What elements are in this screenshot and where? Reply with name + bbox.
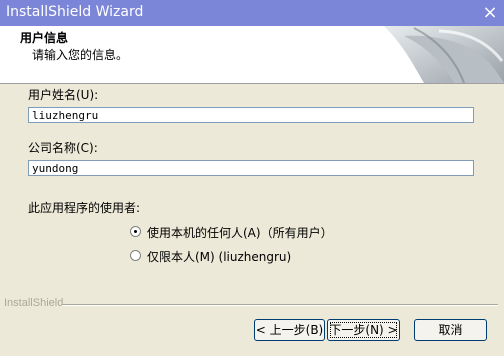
audience-question: 此应用程序的使用者: <box>28 201 141 215</box>
wizard-header: 用户信息 请输入您的信息。 <box>0 26 504 84</box>
username-label: 用户姓名(U): <box>28 88 99 102</box>
back-button[interactable]: < 上一步(B) <box>254 319 325 341</box>
company-field[interactable]: yundong <box>28 160 474 176</box>
installshield-wizard-window: InstallShield Wizard × 用户信息 请输入您的信息。 用户姓… <box>0 0 504 356</box>
page-title: 用户信息 <box>20 31 69 45</box>
cancel-button[interactable]: 取消 <box>414 319 487 341</box>
installshield-brand: InstallShield <box>4 297 64 309</box>
radio-only-me-dot[interactable] <box>130 250 141 261</box>
close-icon[interactable]: × <box>480 3 500 22</box>
radio-only-me-label[interactable]: 仅限本人(M) (liuzhengru) <box>147 248 291 265</box>
window-title: InstallShield Wizard <box>6 4 144 20</box>
radio-all-users-label[interactable]: 使用本机的任何人(A)（所有用户） <box>147 224 333 241</box>
footer-divider <box>62 304 498 306</box>
title-bar[interactable]: InstallShield Wizard × <box>0 0 504 26</box>
page-subtitle: 请输入您的信息。 <box>32 48 129 62</box>
company-label: 公司名称(C): <box>28 141 98 155</box>
next-button[interactable]: 下一步(N) > <box>327 319 400 341</box>
radio-all-users-dot[interactable] <box>130 226 141 237</box>
header-art-image <box>384 26 504 83</box>
username-field[interactable]: liuzhengru <box>28 107 474 123</box>
